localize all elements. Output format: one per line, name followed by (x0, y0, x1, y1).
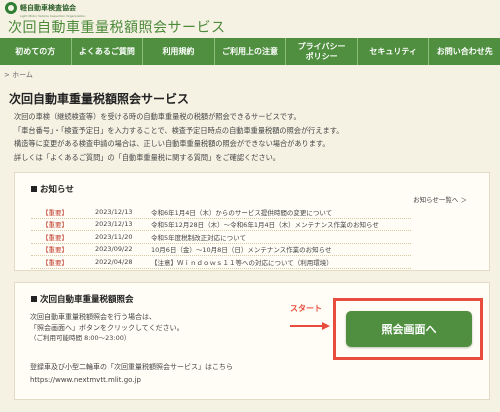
nav-first-time[interactable]: 初めての方 (0, 38, 72, 65)
news-item[interactable]: 【重要】 2023/12/13 令和5年12月28日（木）～令和6年1月4日（木… (31, 219, 411, 231)
logo[interactable]: 軽自動車検査協会 (5, 2, 76, 14)
nav-faq[interactable]: よくあるご質問 (72, 38, 144, 65)
news-item[interactable]: 【重要】 2023/11/20 令和5年度税制改正対応について (31, 231, 411, 244)
nav-security[interactable]: セキュリティ (358, 38, 430, 65)
inquiry-instructions: 次回自動車重量税額照会を行う場合は、 「照会画面へ」ボタンをクリックしてください… (30, 312, 184, 344)
nav-privacy-policy[interactable]: プライバシー ポリシー (286, 38, 358, 65)
news-date: 2023/11/20 (95, 232, 133, 241)
news-link[interactable]: 令和6年1月4日（木）からのサービス提供時間の変更について (151, 207, 332, 217)
news-link[interactable]: 令和5年度税制改正対応について (151, 232, 246, 242)
inquiry-heading: 次回自動車重量税額照会 (31, 293, 134, 305)
intro-line: 次回の車検（継続検査等）を受ける時の自動車重量税の税額が照会できるサービスです。 (14, 112, 301, 121)
start-annotation-label: スタート (290, 304, 322, 313)
news-date: 2022/04/28 (95, 257, 133, 266)
site-header: 軽自動車検査協会 Light Motor Vehicle Inspection … (0, 0, 500, 38)
news-tag: 【重要】 (42, 233, 68, 242)
news-tag: 【重要】 (42, 246, 68, 255)
logo-text: 軽自動車検査協会 (20, 3, 76, 12)
main-nav: 初めての方 よくあるご質問 利用規約 ご利用上の注意 プライバシー ポリシー セ… (0, 38, 500, 65)
note-line: 登録車及び小型二輪車の「次回重量税額照会サービス」はこちら (30, 363, 233, 371)
intro-line: 構造等に変更がある検査申請の場合は、正しい自動車重量税額の照会ができない場合があ… (14, 139, 330, 148)
intro-line: 「車台番号」・「検査予定日」を入力することで、検査予定日時点の自動車重量税額の照… (14, 125, 344, 135)
news-link[interactable]: 【注意】Ｗｉｎｄｏｗｓ１１等への対応について（利用環境） (151, 257, 333, 267)
news-panel: お知らせ お知らせ一覧へ ＞ 【重要】 2023/12/13 令和6年1月4日（… (14, 172, 490, 271)
service-hours: （ご利用可能時間 8:00～23:00） (30, 334, 131, 342)
news-item[interactable]: 【重要】 2022/04/28 【注意】Ｗｉｎｄｏｗｓ１１等への対応について（利… (31, 256, 411, 269)
nav-terms[interactable]: 利用規約 (143, 38, 215, 65)
news-list: 【重要】 2023/12/13 令和6年1月4日（木）からのサービス提供時間の変… (31, 206, 411, 269)
news-tag: 【重要】 (42, 208, 68, 217)
arrow-right-icon (290, 322, 330, 330)
news-tag: 【重要】 (42, 258, 68, 267)
news-heading-label: お知らせ (40, 185, 74, 195)
instruction-line: 次回自動車重量税額照会を行う場合は、 (30, 313, 156, 321)
breadcrumb[interactable]: > ホーム (4, 70, 33, 80)
news-heading: お知らせ (31, 183, 74, 195)
nav-contact[interactable]: お問い合わせ先 (429, 38, 500, 65)
registered-vehicle-note: 登録車及び小型二輪車の「次回重量税額照会サービス」はこちら https://ww… (30, 361, 233, 387)
square-bullet-icon (31, 186, 37, 192)
news-date: 2023/12/13 (95, 220, 133, 229)
news-link[interactable]: 令和5年12月28日（木）～令和6年1月4日（木）メンテナンス作業のお知らせ (151, 219, 379, 229)
square-bullet-icon (31, 296, 37, 302)
inquiry-heading-label: 次回自動車重量税額照会 (40, 295, 134, 305)
instruction-line: 「照会画面へ」ボタンをクリックしてください。 (30, 323, 184, 332)
news-date: 2023/09/22 (95, 245, 133, 254)
page-title: 次回自動車重量税額照会サービス (9, 92, 190, 106)
intro-text: 次回の車検（継続検査等）を受ける時の自動車重量税の税額が照会できるサービスです。… (14, 110, 494, 164)
nav-usage-notes[interactable]: ご利用上の注意 (215, 38, 287, 65)
news-date: 2023/12/13 (95, 207, 133, 216)
news-link[interactable]: 10月6日（金）～10月8日（日）メンテナンス作業のお知らせ (151, 244, 332, 254)
external-link[interactable]: https://www.nextmvtt.mlit.go.jp (30, 374, 233, 387)
news-item[interactable]: 【重要】 2023/12/13 令和6年1月4日（木）からのサービス提供時間の変… (31, 206, 411, 219)
logo-icon (5, 2, 17, 14)
site-title: 次回自動車重量税額照会サービス (8, 20, 226, 36)
news-tag: 【重要】 (42, 221, 68, 230)
intro-line: 詳しくは「よくあるご質問」の「自動車重量税に関する質問」をご確認ください。 (14, 152, 280, 162)
news-list-link[interactable]: お知らせ一覧へ ＞ (413, 194, 467, 204)
inquiry-screen-button[interactable]: 照会画面へ (346, 311, 472, 347)
news-item[interactable]: 【重要】 2023/09/22 10月6日（金）～10月8日（日）メンテナンス作… (31, 244, 411, 256)
